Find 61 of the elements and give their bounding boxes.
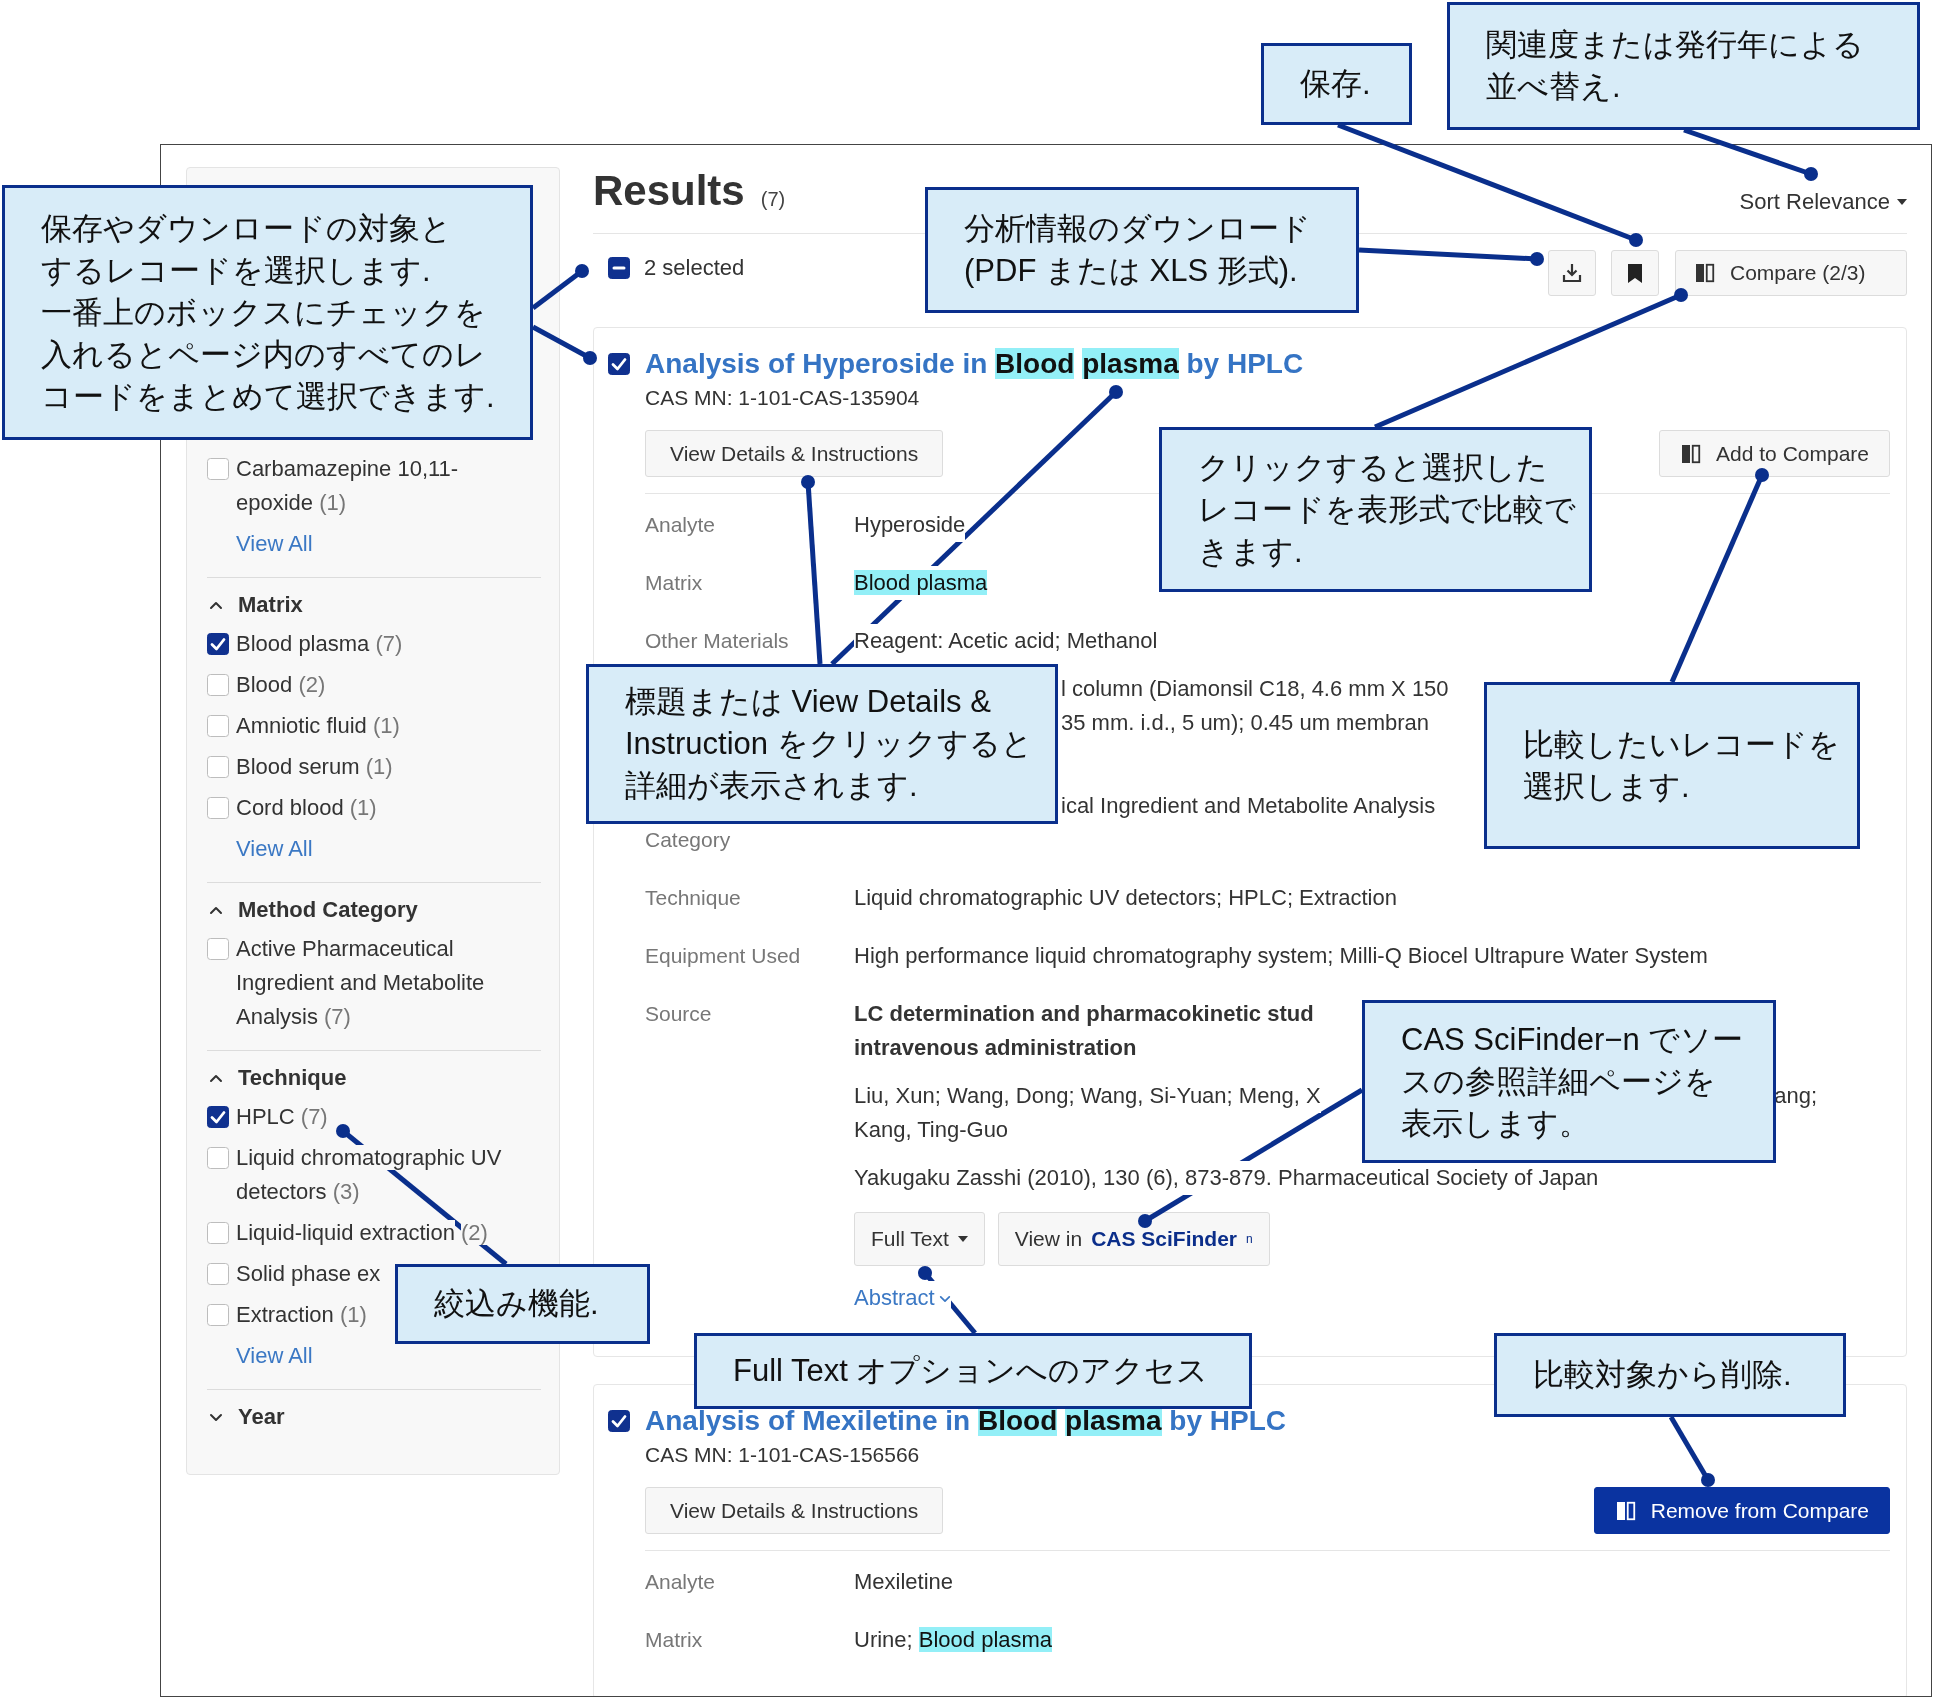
cas-number: CAS MN: 1-101-CAS-156566 xyxy=(645,1442,921,1468)
caret-icon xyxy=(1897,199,1907,205)
facet-toggle[interactable]: Matrix xyxy=(207,588,303,622)
filter-checkbox[interactable] xyxy=(207,458,229,480)
full-text-button[interactable]: Full Text xyxy=(854,1212,985,1266)
filter-checkbox[interactable] xyxy=(207,715,229,737)
compare-icon xyxy=(1680,442,1703,465)
callout-text: 保存. xyxy=(1300,65,1371,103)
filter-checkbox[interactable] xyxy=(207,797,229,819)
field-value: Blood plasma xyxy=(854,566,988,600)
record-checkbox[interactable] xyxy=(608,353,630,375)
callout-text: 比較対象から削除. xyxy=(1533,1356,1792,1394)
view-all-link[interactable]: View All xyxy=(236,832,313,866)
source-journal: Yakugaku Zasshi (2010), 130 (6), 873-879. Pharmaceutical Society of Japan xyxy=(854,1161,1599,1195)
compare-toggle-button[interactable]: Remove from Compare xyxy=(1593,1487,1890,1534)
callout-text: 標題または View Details & Instruction をクリックすると詳細が表示されます. xyxy=(625,683,1034,805)
filter-option-label: Liquid-liquid extraction (2) xyxy=(236,1219,488,1247)
compare-icon xyxy=(1614,1499,1637,1522)
filter-checkbox[interactable] xyxy=(207,756,229,778)
download-button[interactable] xyxy=(1548,250,1596,296)
filter-checkbox[interactable] xyxy=(207,1263,229,1285)
filter-checkbox[interactable] xyxy=(207,1106,229,1128)
download-icon xyxy=(1561,262,1583,284)
callout-text: 比較したいレコードを選択します. xyxy=(1523,725,1841,806)
result-count: (7) xyxy=(760,188,786,211)
filter-checkbox[interactable] xyxy=(207,1222,229,1244)
callout-text: 分析情報のダウンロード (PDF または XLS 形式). xyxy=(964,210,1311,290)
facet-toggle[interactable]: Method Category xyxy=(207,893,418,927)
callout-text: 関連度または発行年による並べ替え. xyxy=(1486,26,1865,106)
facet-toggle[interactable]: Year xyxy=(207,1400,285,1434)
bookmark-button[interactable] xyxy=(1611,250,1659,296)
caret-icon xyxy=(957,1236,968,1242)
compare-icon xyxy=(1694,262,1716,284)
sort-dropdown[interactable]: Sort Relevance xyxy=(1739,189,1907,215)
filter-checkbox[interactable] xyxy=(207,1304,229,1326)
view-all-link[interactable]: View All xyxy=(236,527,313,561)
selection-count: 2 selected xyxy=(644,254,745,282)
compare-button[interactable]: Compare (2/3) xyxy=(1675,250,1907,296)
filter-checkbox[interactable] xyxy=(207,1147,229,1169)
filter-checkbox[interactable] xyxy=(207,674,229,696)
callout-text: Full Text オプションへのアクセス xyxy=(733,1352,1209,1390)
cas-number: CAS MN: 1-101-CAS-135904 xyxy=(645,385,921,411)
callout-text: 絞込み機能. xyxy=(434,1285,599,1323)
record-title-link[interactable]: Analysis of Hyperoside in Blood plasma by HPLC xyxy=(645,348,1304,379)
filter-checkbox[interactable] xyxy=(207,938,229,960)
view-all-link[interactable]: View All xyxy=(236,1339,313,1373)
bookmark-icon xyxy=(1627,262,1643,284)
filter-checkbox[interactable] xyxy=(207,633,229,655)
results-heading: Results xyxy=(593,166,745,216)
callout-text: 保存やダウンロードの対象とするレコードを選択します. xyxy=(41,209,453,290)
record-checkbox[interactable] xyxy=(608,1410,630,1432)
view-details-button[interactable]: View Details & Instructions xyxy=(645,430,944,477)
view-details-button[interactable]: View Details & Instructions xyxy=(645,1487,944,1534)
select-all-checkbox[interactable] xyxy=(608,257,630,279)
callout-text: CAS SciFinder−n でソースの参照詳細ページを表示します。 xyxy=(1401,1020,1745,1143)
callout-text: 一番上のボックスにチェックを入れるとページ内のすべてのレコードをまとめて選択できます. xyxy=(41,293,496,416)
chevron-icon xyxy=(938,1293,951,1303)
compare-toggle-button[interactable]: Add to Compare xyxy=(1659,430,1890,477)
facet-toggle[interactable]: Technique xyxy=(207,1061,347,1095)
filter-option-label: Liquid chromatographic UV detectors (3) xyxy=(236,1144,503,1206)
callout-text: クリックすると選択したレコードを表形式で比較できます. xyxy=(1198,448,1577,571)
